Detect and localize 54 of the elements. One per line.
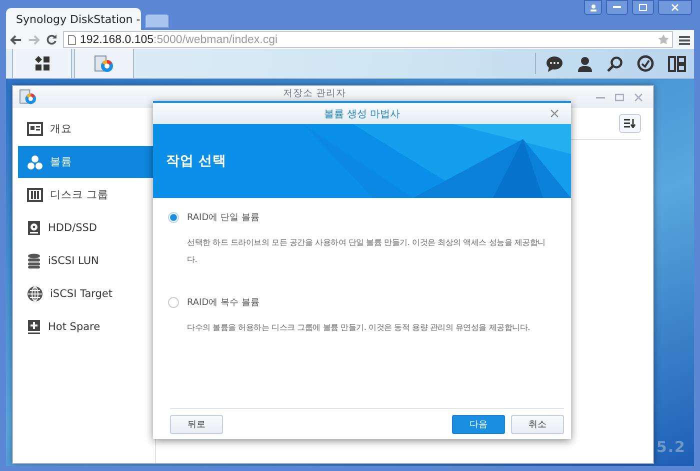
user-icon[interactable] [577,56,593,72]
sidebar-item[interactable]: HDD/SSD [18,212,155,244]
cancel-button[interactable]: 취소 [511,415,564,434]
close-icon [671,4,679,11]
hard-drive-icon [27,220,41,236]
gauge-icon[interactable] [637,55,654,72]
sidebar-item[interactable]: Hot Spare [18,311,155,343]
minimize-button[interactable] [606,0,628,15]
maximize-icon [639,4,647,11]
sidebar-item[interactable]: 볼륨 [18,146,155,178]
version-label: 5.2 [656,438,686,456]
sort-button[interactable] [619,114,641,133]
minimize-icon [613,6,621,9]
storage-app-icon [19,89,37,105]
window-title: 저장소 관리자 [283,87,346,100]
radio-button[interactable] [168,212,179,223]
reload-icon[interactable] [46,34,57,45]
sidebar-item[interactable]: iSCSI LUN [18,245,155,277]
globe-icon [27,286,43,302]
chat-bubble-icon[interactable] [546,56,563,72]
back-arrow-icon[interactable] [10,34,22,44]
address-field[interactable]: 192.168.0.105:5000/webman/index.cgi [63,31,673,48]
next-button[interactable]: 다음 [452,415,505,434]
storage-app-icon [94,54,114,72]
cubes-icon [27,154,43,170]
search-icon[interactable] [607,56,623,72]
browser-tab[interactable]: Synology DiskStation - [6,8,141,30]
disk-rack-icon [27,188,43,202]
star-icon[interactable] [658,34,669,45]
dialog-title: 볼륨 생성 마법사 [324,108,400,120]
back-button[interactable]: 뒤로 [170,415,223,434]
close-button[interactable] [658,0,692,15]
sidebar-item[interactable]: iSCSI Target [18,278,155,310]
sort-icon [624,119,636,128]
sidebar-item[interactable]: 개요 [18,113,155,145]
page-icon [68,34,76,44]
option-label[interactable]: RAID에 단일 볼륨 [187,211,260,224]
database-icon [27,253,41,269]
user-button[interactable] [584,0,602,15]
grid-icon [34,56,50,71]
maximize-button[interactable] [632,0,654,15]
sidebar-item[interactable]: 디스크 그룹 [18,179,155,211]
option-description: 다수의 볼륨을 허용하는 디스크 그룹에 볼륨 만들기. 이것은 동적 용량 관리의 유연성을 제공합니다. [187,321,531,334]
step-heading: 작업 선택 [166,152,227,170]
main-menu-button[interactable] [12,49,72,78]
plus-box-icon [27,319,41,335]
close-icon[interactable] [550,109,559,118]
radio-button[interactable] [168,297,179,308]
option-description: 선택한 하드 드라이브의 모든 공간을 사용하여 단일 볼륨 만들기. 이것은 최상의 액세스 성능을 제공합니다. [187,236,546,266]
option-label[interactable]: RAID에 복수 볼륨 [187,296,260,309]
widgets-icon[interactable] [668,56,686,72]
user-icon [590,4,596,12]
menu-icon[interactable] [679,34,690,44]
id-card-icon [27,122,43,136]
